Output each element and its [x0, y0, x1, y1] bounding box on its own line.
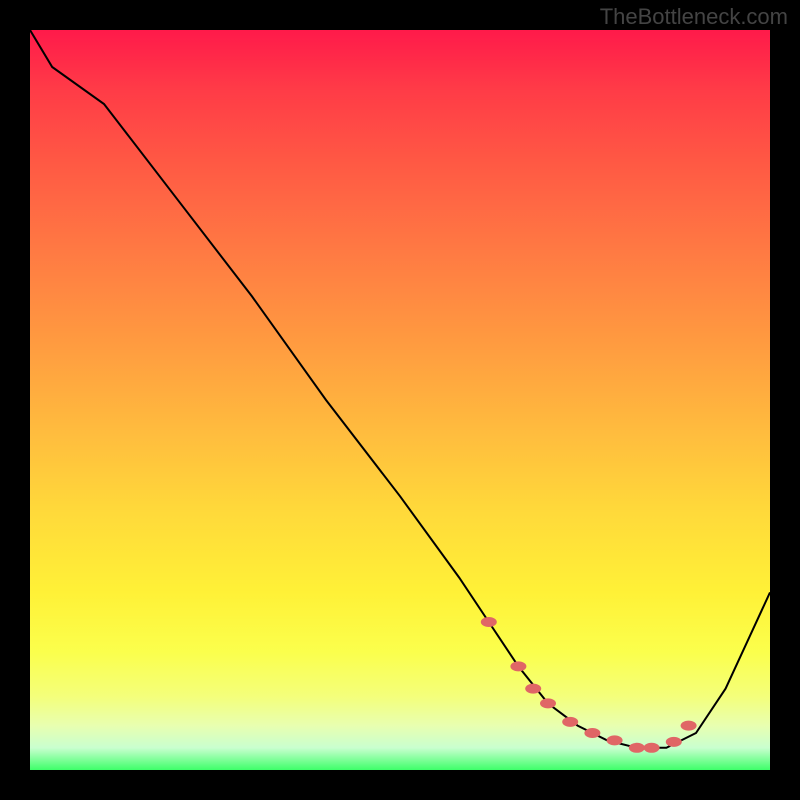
highlight-dot: [666, 737, 682, 747]
highlight-dot: [562, 717, 578, 727]
dot-group: [481, 617, 697, 753]
highlight-dot: [525, 684, 541, 694]
highlight-dot: [540, 698, 556, 708]
highlight-dot: [481, 617, 497, 627]
highlight-dot: [584, 728, 600, 738]
highlight-dot: [510, 661, 526, 671]
highlight-dot: [607, 735, 623, 745]
watermark-text: TheBottleneck.com: [600, 4, 788, 30]
highlight-dot: [644, 743, 660, 753]
highlight-dot: [681, 721, 697, 731]
highlight-dot: [629, 743, 645, 753]
plot-area: [30, 30, 770, 770]
chart-svg: [30, 30, 770, 770]
curve-path: [30, 30, 770, 748]
